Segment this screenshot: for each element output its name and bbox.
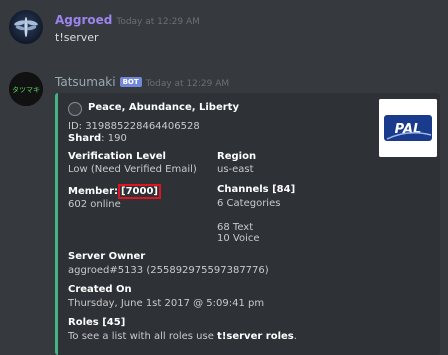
field-channels-label: Channels [84] <box>217 184 296 195</box>
tatsumaki-avatar-icon: タツマキ <box>9 72 43 106</box>
embed-author: Peace, Abundance, Liberty <box>88 102 239 113</box>
field-members-online: 602 online <box>68 199 121 210</box>
shard-line: Shard: 190 <box>68 133 127 145</box>
roles-command: t!server roles <box>217 331 294 342</box>
field-region-label: Region <box>217 151 257 162</box>
field-channels-voice: 10 Voice <box>217 233 260 244</box>
field-owner-value: aggroed#5133 (255892975597387776) <box>68 265 269 276</box>
avatar-aggroed[interactable] <box>9 10 43 44</box>
field-members-label: Member: [7000] <box>68 184 162 199</box>
members-label-text: Member: <box>68 186 119 197</box>
timestamp: Today at 12:29 AM <box>116 17 200 27</box>
server-info-embed: Peace, Abundance, Liberty ID: 3198852284… <box>55 93 440 355</box>
bot-badge: BOT <box>119 77 142 87</box>
shard-value: : 190 <box>101 133 127 144</box>
highlight-box: [7000] <box>118 184 162 199</box>
username-aggroed[interactable]: Aggroed Today at 12:29 AM <box>55 13 200 27</box>
server-id: ID: 319885228464406528 <box>68 121 200 132</box>
avatar-tatsumaki[interactable]: タツマキ <box>9 72 43 106</box>
shard-label: Shard <box>68 133 102 144</box>
field-verification-value: Low (Need Verified Email) <box>68 164 197 175</box>
server-icon <box>68 102 82 116</box>
field-region-value: us-east <box>217 164 254 175</box>
username-tatsumaki[interactable]: Tatsumaki BOT Today at 12:29 AM <box>55 75 229 89</box>
field-channels-categories: 6 Categories <box>217 198 281 209</box>
roles-prefix: To see a list with all roles use <box>68 331 218 342</box>
roles-suffix: . <box>293 331 297 342</box>
pal-logo-icon: PAL <box>379 99 437 157</box>
field-roles-label: Roles [45] <box>68 317 126 328</box>
field-created-value: Thursday, June 1st 2017 @ 5:09:41 pm <box>68 298 265 309</box>
timestamp: Today at 12:29 AM <box>145 79 230 89</box>
avatar-label: タツマキ <box>12 85 40 94</box>
field-owner-label: Server Owner <box>68 251 146 262</box>
username-text[interactable]: Aggroed <box>55 13 112 27</box>
server-thumbnail[interactable]: PAL <box>379 99 437 157</box>
message-text: t!server <box>55 31 99 44</box>
username-text[interactable]: Tatsumaki <box>55 75 116 89</box>
field-roles-value: To see a list with all roles use t!serve… <box>68 331 297 343</box>
dragonfly-avatar-icon <box>14 17 38 37</box>
field-verification-label: Verification Level <box>68 151 166 162</box>
field-created-label: Created On <box>68 284 132 295</box>
